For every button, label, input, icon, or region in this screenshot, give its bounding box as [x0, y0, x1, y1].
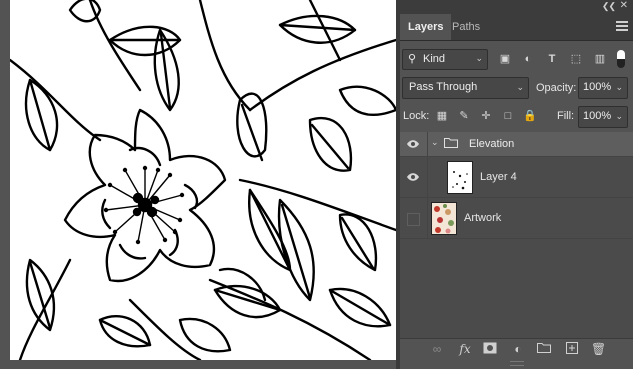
- document-canvas[interactable]: [10, 0, 396, 360]
- search-icon: ⚲: [408, 53, 417, 65]
- chevron-down-icon: ⌄: [475, 53, 483, 63]
- panel-tabs: Layers Paths: [400, 14, 633, 41]
- opacity-input[interactable]: 100% ⌄: [578, 77, 628, 99]
- canvas-area[interactable]: [0, 0, 396, 369]
- opacity-value: 100%: [583, 81, 612, 93]
- layer-row-layer-4[interactable]: Layer 4: [400, 157, 633, 198]
- filter-kind-value: Kind: [423, 53, 446, 65]
- eye-icon[interactable]: [406, 172, 420, 182]
- filter-kind-select[interactable]: ⚲ Kind ⌄: [402, 49, 488, 70]
- eye-icon[interactable]: [406, 139, 420, 149]
- lock-transparent-pixels-icon[interactable]: ▦: [435, 109, 449, 123]
- layer-name[interactable]: Elevation: [469, 138, 514, 150]
- adjustment-layer-icon[interactable]: ◐: [511, 342, 525, 356]
- blend-row: Pass Through ⌄ Opacity: 100% ⌄: [400, 77, 633, 99]
- folder-icon: [444, 137, 458, 148]
- fx-icon[interactable]: fx: [458, 342, 472, 356]
- lock-all-icon[interactable]: 🔒: [523, 109, 537, 123]
- new-layer-icon[interactable]: [565, 342, 579, 356]
- layers-bottom-toolbar: ∞ fx ◐ 🗑: [400, 338, 633, 359]
- panel-menu-icon[interactable]: [616, 21, 628, 32]
- adjustment-filter-icon[interactable]: ◐: [521, 52, 535, 66]
- layer-name[interactable]: Artwork: [464, 212, 501, 224]
- type-filter-icon[interactable]: T: [545, 52, 559, 66]
- fill-label: Fill:: [557, 110, 575, 122]
- lock-artboard-icon[interactable]: □: [501, 109, 515, 123]
- opacity-label: Opacity:: [536, 82, 577, 94]
- layer-row-elevation[interactable]: ⌄ Elevation: [400, 132, 633, 157]
- panel-title-strip: ❮❮ ✕: [400, 0, 633, 14]
- link-layers-icon[interactable]: ∞: [430, 342, 444, 356]
- new-group-icon[interactable]: [537, 342, 551, 356]
- fill-value: 100%: [583, 110, 612, 122]
- panel-resize-grip[interactable]: [510, 361, 524, 366]
- collapse-panels-icon[interactable]: ❮❮: [602, 1, 616, 12]
- shape-filter-icon[interactable]: ⬚: [569, 52, 583, 66]
- fill-input[interactable]: 100% ⌄: [578, 106, 628, 128]
- layer-thumbnail: [431, 202, 457, 235]
- chevron-down-icon: ⌄: [516, 82, 524, 92]
- filter-toggle-icon[interactable]: [617, 50, 625, 68]
- lock-row: Lock: ▦ ✎ ✛ □ 🔒 Fill: 100% ⌄: [400, 105, 633, 128]
- visibility-toggle[interactable]: [407, 213, 420, 226]
- layer-name[interactable]: Layer 4: [480, 171, 517, 183]
- chevron-down-icon[interactable]: ⌄: [615, 82, 623, 93]
- blend-mode-select[interactable]: Pass Through ⌄: [402, 77, 529, 99]
- close-icon[interactable]: ✕: [620, 0, 628, 11]
- delete-layer-icon[interactable]: 🗑: [591, 342, 606, 356]
- blend-mode-value: Pass Through: [409, 81, 478, 93]
- layers-panel: ❮❮ ✕ Layers Paths ⚲ Kind ⌄ ▣ ◐ T ⬚ ▥ Pas…: [400, 0, 633, 369]
- lock-label: Lock:: [403, 110, 430, 122]
- floral-line-art: [10, 0, 396, 360]
- filter-row: ⚲ Kind ⌄ ▣ ◐ T ⬚ ▥: [400, 49, 633, 71]
- tab-paths[interactable]: Paths: [444, 14, 488, 40]
- chevron-down-icon[interactable]: ⌄: [615, 111, 623, 122]
- lock-position-icon[interactable]: ✛: [479, 109, 493, 123]
- layer-row-artwork[interactable]: Artwork: [400, 198, 633, 239]
- layer-thumbnail: [447, 161, 473, 194]
- layers-list[interactable]: ⌄ Elevation Layer 4 Artwork: [400, 132, 633, 338]
- lock-image-pixels-icon[interactable]: ✎: [457, 109, 471, 123]
- image-filter-icon[interactable]: ▣: [498, 52, 512, 66]
- smart-object-filter-icon[interactable]: ▥: [593, 52, 607, 66]
- chevron-down-icon[interactable]: ⌄: [431, 137, 439, 148]
- add-mask-icon[interactable]: [483, 342, 497, 356]
